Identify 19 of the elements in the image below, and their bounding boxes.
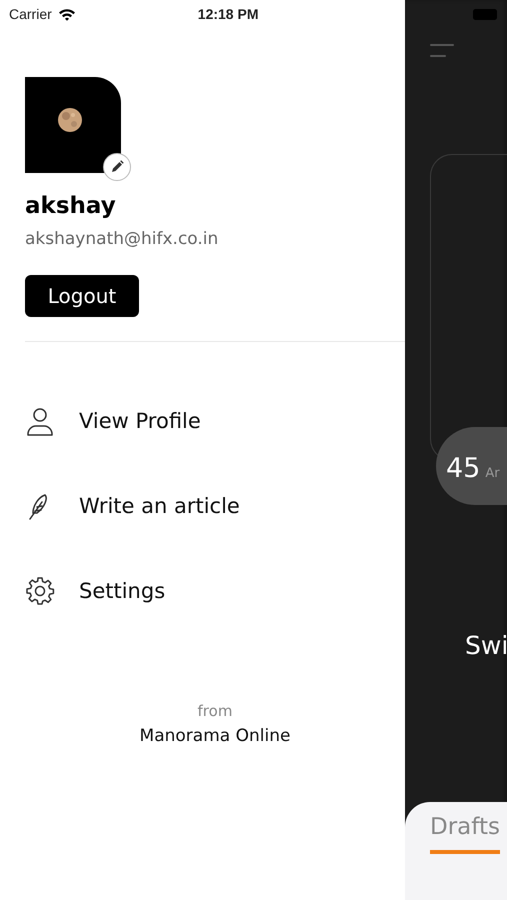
settings-icon bbox=[25, 576, 55, 606]
count-value: 45 bbox=[446, 453, 480, 484]
menu-item[interactable]: Settings bbox=[25, 576, 405, 606]
menu-item[interactable]: View Profile bbox=[25, 406, 405, 436]
edit-avatar-button[interactable] bbox=[103, 153, 131, 181]
user-email: akshaynath@hifx.co.in bbox=[25, 229, 220, 249]
brand-name: Manorama Online bbox=[140, 726, 290, 746]
logout-button[interactable]: Logout bbox=[25, 275, 139, 317]
count-label: Ar bbox=[485, 466, 500, 481]
battery-icon bbox=[473, 8, 497, 20]
carrier-name: Carrier bbox=[9, 6, 52, 22]
status-time: 12:18 PM bbox=[198, 6, 258, 22]
person-icon bbox=[25, 406, 55, 436]
pencil-icon bbox=[110, 160, 124, 174]
from-label: from bbox=[198, 702, 232, 720]
user-name: akshay bbox=[25, 193, 117, 219]
menu-item[interactable]: Write an article bbox=[25, 491, 405, 521]
wifi-icon bbox=[58, 8, 76, 20]
heading-text: Swi bbox=[465, 631, 507, 660]
